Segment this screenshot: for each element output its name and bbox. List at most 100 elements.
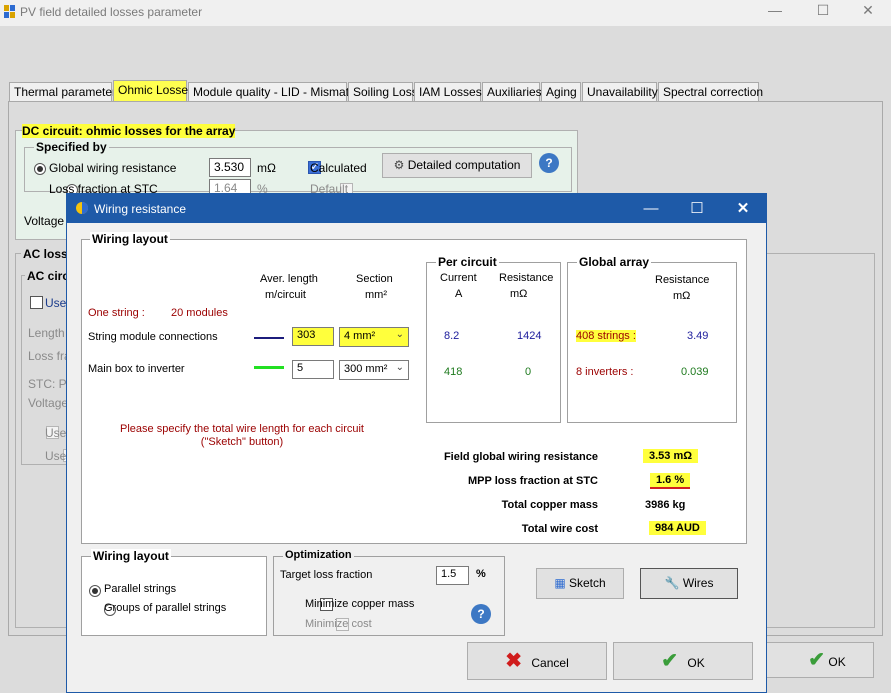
tab-aging[interactable]: Aging	[541, 82, 581, 101]
tab-soiling-loss[interactable]: Soiling Loss	[348, 82, 418, 101]
ok-button[interactable]: ✔ OK	[613, 642, 753, 680]
sun-app-icon	[76, 202, 88, 214]
tab-ohmic-losses[interactable]: Ohmic Losses	[113, 80, 194, 102]
sketch-label: Sketch	[569, 576, 606, 590]
inverter-section-value: 300 mm²	[344, 363, 388, 375]
mm2-header: mm²	[365, 289, 387, 301]
m-per-circuit-header: m/circuit	[265, 289, 306, 301]
cancel-button[interactable]: ✖ Cancel	[467, 642, 607, 680]
layout-choice-title: Wiring layout	[91, 549, 171, 563]
global-wiring-radio[interactable]	[34, 163, 46, 175]
wrench-icon: 🔧	[664, 576, 680, 590]
tab-module-quality[interactable]: Module quality - LID - Mismatch	[188, 82, 362, 101]
dialog-titlebar: Wiring resistance — ☐ ✕	[67, 194, 766, 223]
tab-unavailability[interactable]: Unavailability	[582, 82, 658, 101]
note-line-2: ("Sketch" button)	[200, 436, 284, 448]
inverters-count-label: 8 inverters :	[576, 366, 634, 378]
inverter-section-select[interactable]: 300 mm² ⌄	[339, 360, 409, 380]
layout-choice-group	[81, 556, 267, 636]
dialog-minimize-button[interactable]: —	[631, 197, 671, 221]
inverter-length-input[interactable]: 5	[292, 360, 334, 379]
target-loss-input[interactable]: 1.5	[436, 566, 469, 585]
sketch-button[interactable]: ▦ Sketch	[536, 568, 624, 599]
close-button[interactable]: ✕	[845, 0, 891, 22]
dialog-title: Wiring resistance	[94, 202, 187, 216]
sketch-diagram-icon: ▦	[554, 576, 566, 590]
inverter-wire-color-line	[254, 366, 284, 369]
cancel-label: Cancel	[531, 656, 569, 670]
gear-icon: ⚙	[393, 158, 405, 172]
per-circuit-title: Per circuit	[436, 255, 499, 269]
mpp-loss-label: MPP loss fraction at STC	[468, 475, 598, 487]
note-line-1: Please specify the total wire length for…	[120, 423, 364, 435]
chevron-down-icon: ⌄	[395, 329, 404, 340]
wires-label: Wires	[682, 576, 714, 590]
ac-voltage-label: Voltage	[28, 396, 69, 410]
detailed-computation-button[interactable]: ⚙ Detailed computation	[382, 153, 532, 178]
pvsyst-app-icon	[4, 5, 15, 18]
checkmark-icon: ✔	[808, 649, 826, 671]
ac-loss-fraction-label: Loss fra	[28, 349, 71, 363]
resistance-unit: mΩ	[510, 288, 528, 300]
parallel-strings-label: Parallel strings	[104, 583, 177, 595]
string-current: 8.2	[444, 330, 460, 342]
main-ok-label: OK	[828, 655, 846, 669]
global-array-group	[567, 262, 737, 423]
target-loss-unit: %	[476, 568, 486, 580]
modules-count: 20 modules	[171, 307, 228, 319]
global-wiring-unit: mΩ	[257, 161, 276, 175]
specified-by-title: Specified by	[34, 140, 109, 154]
ok-label: OK	[687, 656, 705, 670]
groups-parallel-label: Groups of parallel strings	[104, 602, 227, 614]
checkmark-icon: ✔	[661, 650, 679, 672]
inverters-resistance-value: 0.039	[681, 366, 709, 378]
maximize-button[interactable]: ☐	[800, 0, 846, 22]
wiring-layout-title: Wiring layout	[90, 232, 170, 246]
dc-circuit-title: DC circuit: ohmic losses for the array	[22, 124, 236, 138]
minimize-cost-label: Minimize cost	[305, 618, 372, 630]
chevron-down-icon: ⌄	[395, 362, 404, 373]
main-ok-button[interactable]: ✔ OK	[760, 642, 874, 678]
global-resistance-header: Resistance	[655, 274, 710, 286]
minimize-button[interactable]: —	[752, 0, 798, 22]
parallel-strings-radio[interactable]	[89, 585, 101, 597]
aver-length-header: Aver. length	[260, 273, 318, 285]
inverter-current: 418	[444, 366, 463, 378]
inverter-resistance: 0	[525, 366, 532, 378]
help-icon[interactable]: ?	[471, 604, 491, 624]
main-box-to-inverter-label: Main box to inverter	[88, 363, 185, 375]
calculated-label: Calculated	[310, 161, 367, 175]
strings-resistance-value: 3.49	[687, 330, 709, 342]
ac-uses-checkbox[interactable]	[30, 296, 43, 309]
global-wiring-label: Global wiring resistance	[49, 161, 177, 175]
target-loss-label: Target loss fraction	[280, 569, 373, 581]
red-x-icon: ✖	[505, 650, 523, 672]
detailed-computation-label: Detailed computation	[407, 158, 521, 172]
mpp-loss-value: 1.6 %	[650, 473, 691, 489]
tab-auxiliaries[interactable]: Auxiliaries	[482, 82, 542, 101]
global-resistance-unit: mΩ	[673, 290, 691, 302]
copper-mass-label: Total copper mass	[501, 499, 598, 511]
dialog-close-button[interactable]: ✕	[723, 197, 763, 221]
current-unit: A	[455, 288, 463, 300]
global-wiring-input[interactable]: 3.530	[209, 158, 251, 177]
wiring-resistance-dialog: Wiring resistance — ☐ ✕ Wiring layout Av…	[66, 193, 767, 693]
copper-mass-value: 3986 kg	[645, 499, 686, 511]
string-section-select[interactable]: 4 mm² ⌄	[339, 327, 409, 347]
minimize-copper-label: Minimize copper mass	[305, 598, 415, 610]
string-section-value: 4 mm²	[344, 330, 376, 342]
string-module-connections-label: String module connections	[88, 331, 218, 343]
one-string-label: One string :	[88, 307, 145, 319]
help-icon[interactable]: ?	[539, 153, 559, 173]
field-resistance-label: Field global wiring resistance	[443, 451, 598, 463]
tab-iam-losses[interactable]: IAM Losses	[414, 82, 482, 101]
string-length-input[interactable]: 303	[292, 327, 334, 346]
resistance-header: Resistance	[499, 272, 554, 284]
string-wire-color-line	[254, 337, 284, 339]
dialog-maximize-button[interactable]: ☐	[677, 197, 717, 221]
tab-thermal-parameter[interactable]: Thermal parameter	[9, 82, 116, 101]
tab-spectral-correction[interactable]: Spectral correction	[658, 82, 763, 101]
wires-button[interactable]: 🔧 Wires	[640, 568, 738, 599]
current-header: Current	[440, 272, 477, 284]
strings-count-label: 408 strings :	[576, 330, 636, 342]
